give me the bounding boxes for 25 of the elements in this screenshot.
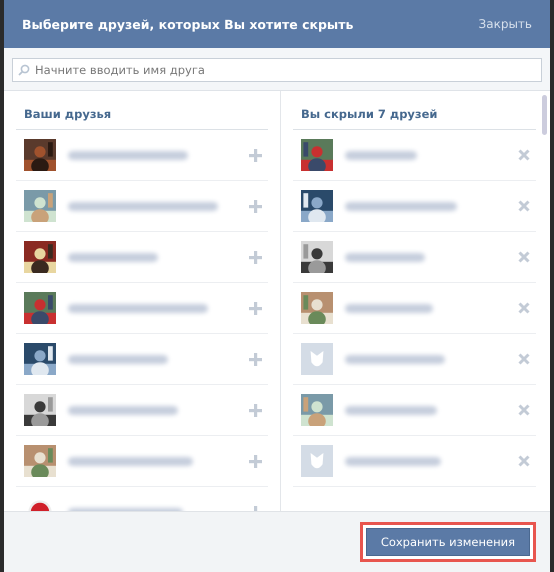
- column-heading: Вы скрыли 7 друзей: [293, 101, 536, 130]
- close-icon[interactable]: [518, 404, 530, 416]
- close-icon[interactable]: [518, 455, 530, 467]
- save-button[interactable]: Сохранить изменения: [366, 528, 530, 556]
- close-icon[interactable]: [518, 353, 530, 365]
- plus-icon[interactable]: [249, 352, 262, 366]
- close-icon[interactable]: [518, 149, 530, 161]
- column-heading: Ваши друзья: [16, 101, 268, 130]
- default-avatar-icon: [301, 445, 333, 477]
- search-icon: [18, 64, 30, 76]
- plus-icon[interactable]: [249, 454, 262, 468]
- plus-icon[interactable]: [249, 250, 262, 264]
- close-icon[interactable]: [518, 251, 530, 263]
- close-icon[interactable]: [518, 302, 530, 314]
- default-avatar-icon: [301, 343, 333, 375]
- plus-icon[interactable]: [249, 404, 262, 416]
- plus-icon[interactable]: [249, 200, 262, 212]
- blurred-name: [345, 150, 417, 160]
- close-link[interactable]: Закрыть: [478, 17, 532, 31]
- close-icon[interactable]: [518, 200, 530, 212]
- plus-icon[interactable]: [249, 148, 262, 162]
- scrollbar[interactable]: [542, 95, 547, 135]
- dialog-title: Выберите друзей, которых Вы хотите скрыть: [22, 16, 354, 32]
- search-field[interactable]: Начните вводить имя друга: [12, 58, 542, 82]
- plus-icon[interactable]: [249, 302, 262, 314]
